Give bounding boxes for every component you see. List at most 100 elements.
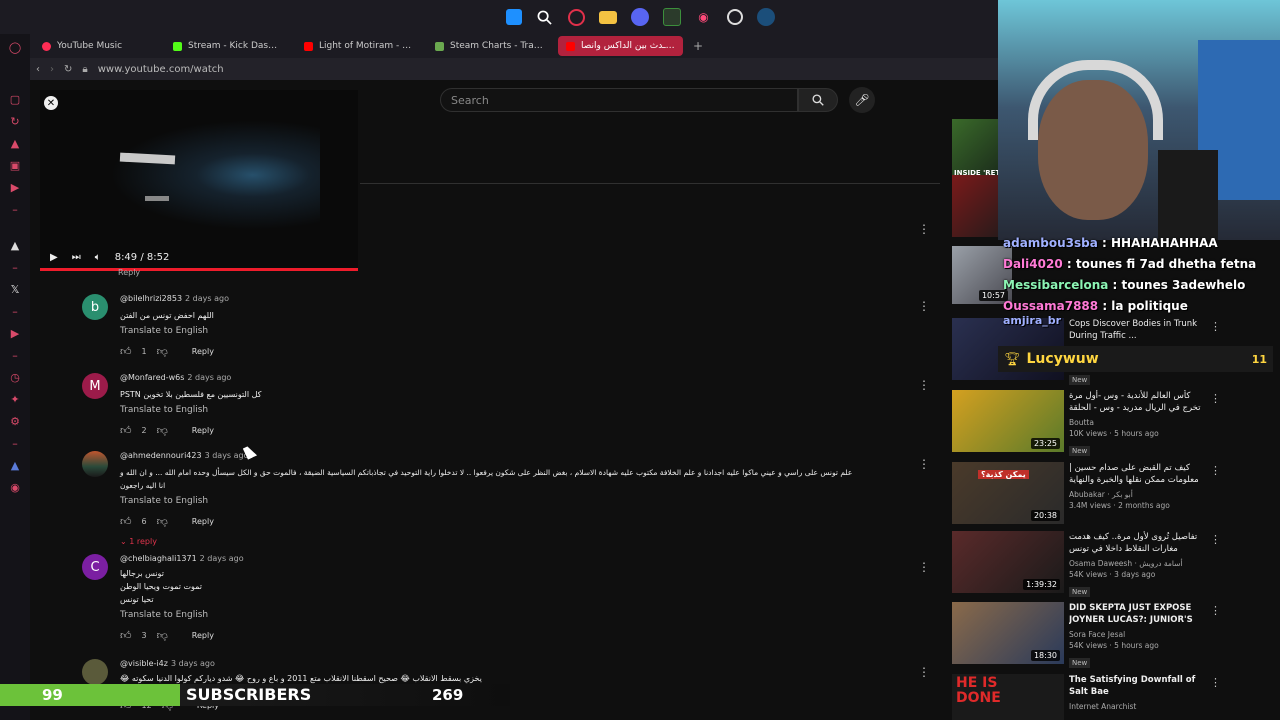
url-field[interactable]: www.youtube.com/watch [98,64,224,75]
rec-title[interactable]: كيف تم القبض على صدام حسين | معلومات ممك… [1069,462,1204,486]
tab-steam-charts[interactable]: Steam Charts - Tracking [427,36,552,56]
player-icon[interactable]: ▶ [8,326,22,340]
speed-dial-icon[interactable]: ▢ [8,92,22,106]
like-icon[interactable]: 👍︎ [120,515,132,528]
rec-title[interactable]: كأس العالم للأندية - وس -أول مرة تخرج في… [1069,390,1204,414]
more-options-icon[interactable]: ⋮ [918,299,930,313]
forward-icon[interactable]: › [50,64,54,75]
translate-link[interactable]: Translate to English [120,326,920,336]
recorder-icon[interactable]: ◉ [8,480,22,494]
play-icon[interactable]: ▶ [50,252,58,263]
video-thumbnail[interactable]: 1:39:32 [952,531,1064,593]
search-icon[interactable] [536,8,554,26]
dislike-icon[interactable]: 👎︎ [157,629,168,642]
video-thumbnail[interactable]: HE IS DONE [952,674,1064,720]
rec-title[interactable]: تفاصيل تُروى لأول مرة.. كيف هدمت مغارات … [1069,531,1204,555]
comment-time[interactable]: 2 days ago [200,554,244,563]
rec-channel[interactable]: Abubakar · أبو بكر [1069,490,1204,499]
gamepad-icon[interactable]: ▣ [8,158,22,172]
reply-button[interactable]: Reply [118,268,140,277]
rec-channel[interactable]: Sora Face Jesal [1069,630,1204,639]
new-tab-button[interactable]: + [689,39,707,53]
close-icon[interactable]: ✕ [44,96,58,110]
like-icon[interactable]: 👍︎ [120,424,132,437]
video-thumbnail[interactable] [952,175,998,237]
avatar[interactable]: M [82,373,108,399]
avatar[interactable]: C [82,554,108,580]
view-replies-button[interactable]: ⌄ 1 reply [120,537,920,546]
opera-gx-icon[interactable] [567,8,585,26]
more-options-icon[interactable]: ⋮ [1210,464,1221,477]
windows-icon[interactable] [505,9,522,25]
rec-title[interactable]: DID SKEPTA JUST EXPOSE JOYNER LUCAS?: JU… [1069,602,1204,626]
more-options-icon[interactable]: ⋮ [1210,604,1221,617]
rec-channel[interactable]: Internet Anarchist [1069,702,1204,711]
extensions-icon[interactable]: ✦ [8,392,22,406]
comment-time[interactable]: 2 days ago [187,373,231,382]
steam-icon[interactable] [756,8,775,26]
tab-youtube-video-active[interactable]: ماذا حـدث بين الداكس وأنصا [558,36,683,56]
x-icon[interactable]: 𝕏 [8,282,22,296]
dislike-icon[interactable]: 👎︎ [157,515,168,528]
more-options-icon[interactable]: ⋮ [918,457,930,471]
comment-time[interactable]: 3 days ago [205,451,249,460]
video-thumbnail[interactable]: 18:30 [952,602,1064,664]
dislike-icon[interactable]: 👎︎ [157,424,168,437]
video-thumbnail[interactable]: INSIDE 'RETU [952,119,998,181]
dislike-icon[interactable]: 👎︎ [157,345,168,358]
reply-button[interactable]: Reply [192,517,214,526]
refresh-icon[interactable]: ↻ [8,114,22,128]
comment-time[interactable]: 2 days ago [185,294,229,303]
tab-kick-dashboard[interactable]: Stream - Kick Dashboard [165,36,290,56]
like-icon[interactable]: 👍︎ [120,345,132,358]
reply-button[interactable]: Reply [192,631,214,640]
more-options-icon[interactable]: ⋮ [1210,676,1221,689]
comment-author[interactable]: @Monfared-w6s [120,373,184,382]
search-input[interactable]: Search [440,88,798,112]
comment-author[interactable]: @bilelhrizi2853 [120,294,182,303]
obs-icon[interactable] [726,9,743,25]
more-options-icon[interactable]: ⋮ [918,665,930,679]
rec-channel[interactable]: Osama Daweesh · أسامة درويش [1069,559,1204,568]
tab-youtube-music[interactable]: YouTube Music [34,36,159,56]
next-icon[interactable]: ⏭︎ [72,252,81,263]
translate-link[interactable]: Translate to English [120,610,920,620]
video-thumbnail[interactable]: 23:25 [952,390,1064,452]
tab-light-of-motiram[interactable]: Light of Motiram - Officia [296,36,421,56]
terminal-icon[interactable] [662,8,681,26]
discord-icon[interactable] [630,8,649,26]
youtube-icon[interactable]: ▶ [8,180,22,194]
translate-link[interactable]: Translate to English [120,405,920,415]
miniplayer[interactable]: ✕ ▶ ⏭︎ 🔈︎ 8:49 / 8:52 [40,90,358,270]
reply-button[interactable]: Reply [192,347,214,356]
kick-icon[interactable]: ▲ [8,238,22,252]
video-thumbnail[interactable]: يمكن كذبة؟ 20:38 [952,462,1064,524]
more-options-icon[interactable]: ⋮ [1210,392,1221,405]
voice-search-button[interactable]: 🎤︎ [849,87,875,113]
settings-icon[interactable]: ⚙ [8,414,22,428]
pin-icon[interactable]: ◉ [695,8,713,26]
more-options-icon[interactable]: ⋮ [918,378,930,392]
bag-icon[interactable]: ▲ [8,136,22,150]
avatar[interactable]: b [82,294,108,320]
comment-author[interactable]: @ahmedennouri423 [120,451,202,460]
search-button[interactable] [798,88,838,112]
comment-author[interactable]: @chelbiaghali1371 [120,554,197,563]
more-options-icon[interactable]: ⋮ [918,560,930,574]
history-icon[interactable]: ◷ [8,370,22,384]
progress-bar[interactable] [40,268,358,271]
volume-icon[interactable]: 🔈︎ [95,252,101,263]
back-icon[interactable]: ‹ [36,64,40,75]
comment-author[interactable]: @visible-i4z [120,659,168,668]
folder-icon[interactable] [598,10,617,24]
shield-icon[interactable]: ▲ [8,458,22,472]
like-icon[interactable]: 👍︎ [120,629,132,642]
translate-link[interactable]: Translate to English [120,496,920,506]
reply-button[interactable]: Reply [192,426,214,435]
reload-icon[interactable]: ↻ [64,64,72,75]
rec-title[interactable]: The Satisfying Downfall of Salt Bae [1069,674,1204,698]
avatar[interactable] [82,659,108,685]
more-options-icon[interactable]: ⋮ [918,222,930,236]
opera-logo-icon[interactable]: ◯ [8,40,22,54]
comment-time[interactable]: 3 days ago [171,659,215,668]
